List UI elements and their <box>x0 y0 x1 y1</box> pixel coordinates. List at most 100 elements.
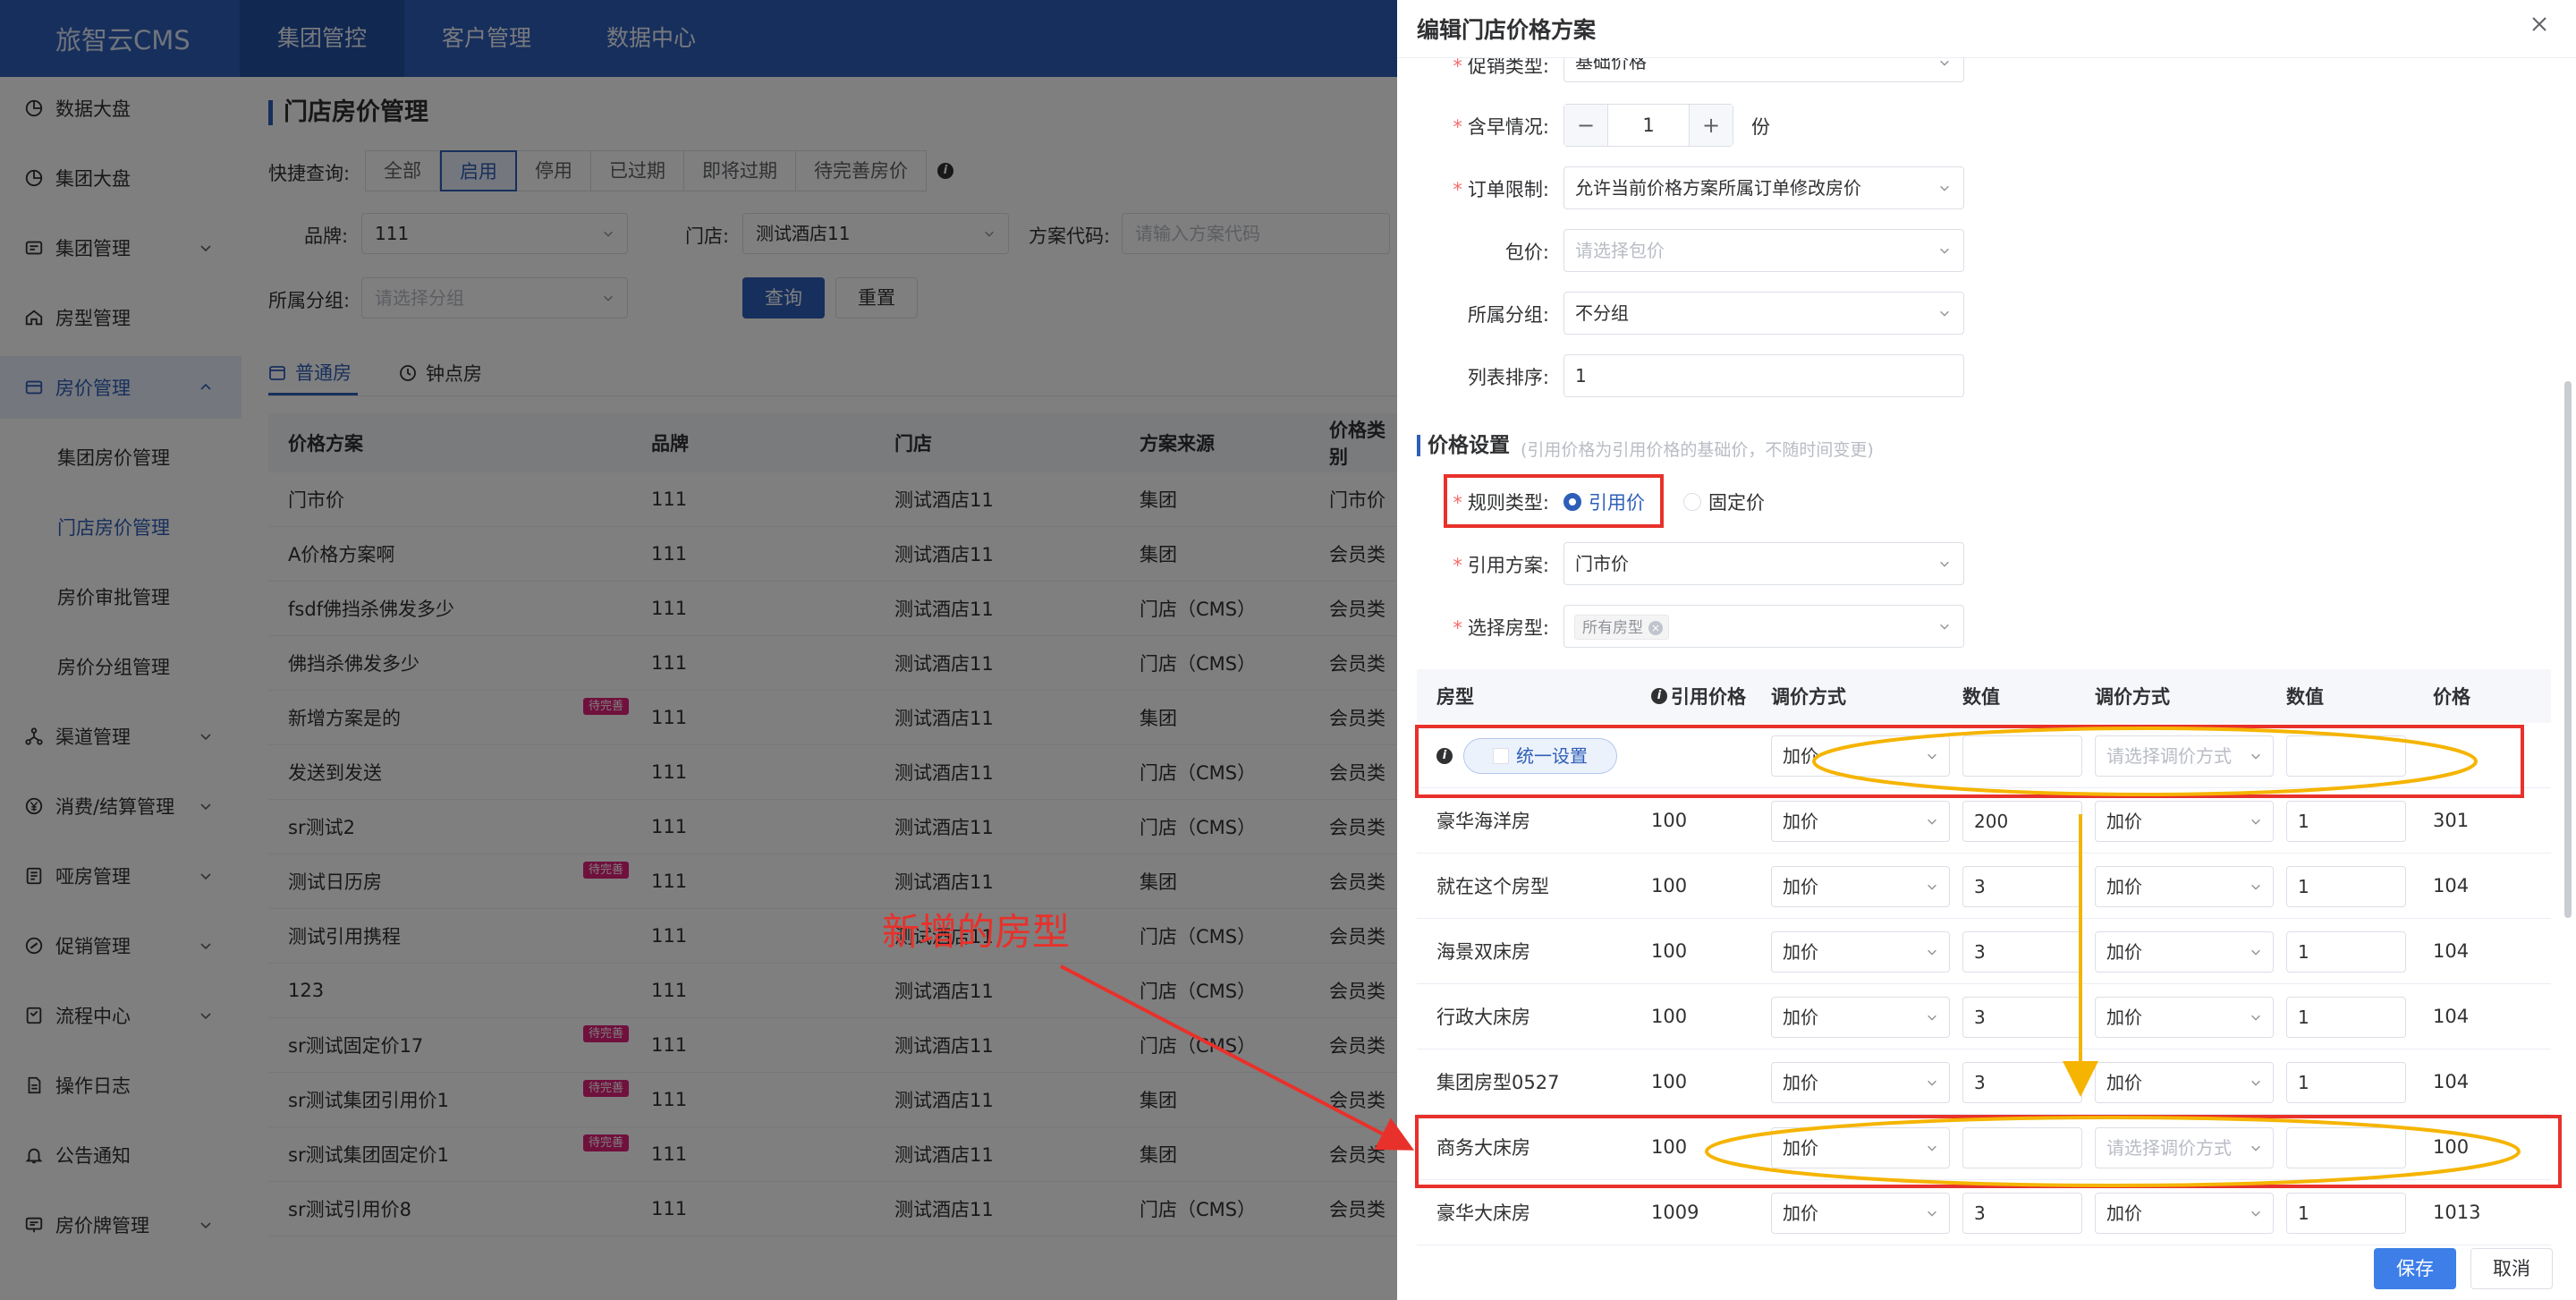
value-1-input[interactable]: 3 <box>1962 1062 2082 1103</box>
adjust-method-2-select[interactable]: 加价 <box>2095 1193 2274 1234</box>
chevron-down-icon <box>2251 884 2260 890</box>
adjust-method-1-select[interactable]: 加价 <box>1771 997 1950 1038</box>
chevron-down-icon <box>1928 949 1936 956</box>
value-2-input[interactable]: 1 <box>2286 931 2406 973</box>
order-limit-label: * 订单限制: <box>1453 179 1549 200</box>
ref-price: 100 <box>1651 875 1688 896</box>
chevron-down-icon <box>2251 1080 2260 1086</box>
header-price: 价格 <box>2433 686 2470 708</box>
chevron-down-icon <box>1928 1015 1936 1021</box>
room-table-header: 房型 i 引用价格 调价方式 数值 调价方式 数值 价格 <box>1417 669 2551 723</box>
order-limit-select[interactable]: 允许当前价格方案所属订单修改房价 <box>1563 166 1964 209</box>
ref-plan-select[interactable]: 门市价 <box>1563 542 1964 585</box>
chevron-down-icon <box>2251 819 2260 825</box>
annotation-label: 新增的房型 <box>882 910 1071 954</box>
value-1-input[interactable]: 3 <box>1962 1193 2082 1234</box>
edit-price-plan-drawer: 编辑门店价格方案 *促销类型: 基础价格 编辑门店价格方案 *含早情况: − 1… <box>1397 0 2576 1300</box>
room-row: 海景双床房 100 加价 3 加价 1 104 <box>1417 919 2551 984</box>
chevron-down-icon <box>1940 310 1949 317</box>
ref-price: 100 <box>1651 940 1688 962</box>
room-row: 商务大床房 100 加价 请选择调价方式 100 <box>1417 1115 2551 1180</box>
plus-icon[interactable]: + <box>1690 105 1733 146</box>
unified-value-2-input[interactable] <box>2286 735 2406 777</box>
final-price: 301 <box>2433 810 2470 831</box>
adjust-method-2-select[interactable]: 加价 <box>2095 997 2274 1038</box>
save-button[interactable]: 保存 <box>2374 1248 2456 1289</box>
unified-value-1-input[interactable] <box>1962 735 2082 777</box>
minus-icon[interactable]: − <box>1564 105 1607 146</box>
adjust-method-1-select[interactable]: 加价 <box>1771 931 1950 973</box>
value-2-input[interactable]: 1 <box>2286 801 2406 842</box>
value-1-input[interactable] <box>1962 1127 2082 1168</box>
drawer-mask[interactable] <box>0 0 1397 1300</box>
final-price: 104 <box>2433 1071 2470 1092</box>
chevron-down-icon <box>1928 753 1936 760</box>
unified-setting-row: i 统一设置 加价 请选择调价方式 <box>1417 723 2551 788</box>
package-select[interactable]: 请选择包价 <box>1563 229 1964 272</box>
chevron-down-icon <box>2251 1211 2260 1217</box>
adjust-method-2-select[interactable]: 加价 <box>2095 866 2274 907</box>
chevron-down-icon <box>1928 1080 1936 1086</box>
final-price: 104 <box>2433 940 2470 962</box>
ref-price: 100 <box>1651 1006 1688 1027</box>
drawer-group-select[interactable]: 不分组 <box>1563 292 1964 335</box>
adjust-method-1-select[interactable]: 加价 <box>1771 866 1950 907</box>
drawer-scrollbar[interactable] <box>2562 59 2574 1240</box>
room-row: 豪华大床房 1009 加价 3 加价 1 1013 <box>1417 1180 2551 1245</box>
chevron-down-icon <box>1940 624 1949 630</box>
rule-type-label: * 规则类型: <box>1453 492 1549 514</box>
room-name: 商务大床房 <box>1436 1137 1530 1159</box>
value-2-input[interactable]: 1 <box>2286 866 2406 907</box>
ref-price: 100 <box>1651 810 1688 831</box>
adjust-method-1-select[interactable]: 加价 <box>1771 1193 1950 1234</box>
room-price-table: 房型 i 引用价格 调价方式 数值 调价方式 数值 价格 i 统一设置 加价 请选… <box>1417 669 2551 1245</box>
adjust-method-1-select[interactable]: 加价 <box>1771 1062 1950 1103</box>
value-1-input[interactable]: 200 <box>1962 801 2082 842</box>
price-settings-note: (引用价格为引用价格的基础价，不随时间变更) <box>1521 440 1874 460</box>
adjust-method-2-select[interactable]: 加价 <box>2095 801 2274 842</box>
info-icon[interactable]: i <box>1436 748 1453 764</box>
room-name: 海景双床房 <box>1436 941 1530 963</box>
room-row: 豪华海洋房 100 加价 200 加价 1 301 <box>1417 788 2551 854</box>
unified-method-2-select[interactable]: 请选择调价方式 <box>2095 735 2274 777</box>
scrollbar-thumb[interactable] <box>2564 381 2572 918</box>
value-1-input[interactable]: 3 <box>1962 866 2082 907</box>
value-2-input[interactable] <box>2286 1127 2406 1168</box>
room-row: 就在这个房型 100 加价 3 加价 1 104 <box>1417 854 2551 919</box>
room-type-label: * 选择房型: <box>1453 617 1549 639</box>
header-ref-price: i 引用价格 <box>1651 669 1746 723</box>
price-settings-title: 价格设置 <box>1417 435 1510 456</box>
package-label: 包价: <box>1504 242 1549 263</box>
sort-label: 列表排序: <box>1467 367 1549 388</box>
value-1-input[interactable]: 3 <box>1962 931 2082 973</box>
sort-input[interactable]: 1 <box>1563 354 1964 397</box>
value-1-input[interactable]: 3 <box>1962 997 2082 1038</box>
value-2-input[interactable]: 1 <box>2286 997 2406 1038</box>
adjust-method-1-select[interactable]: 加价 <box>1771 801 1950 842</box>
drawer-header-line <box>1397 57 2576 58</box>
radio-reference-price[interactable]: 引用价 <box>1563 489 1645 515</box>
chevron-down-icon <box>1940 248 1949 254</box>
cancel-button[interactable]: 取消 <box>2470 1248 2553 1289</box>
adjust-method-1-select[interactable]: 加价 <box>1771 1127 1950 1168</box>
adjust-method-2-select[interactable]: 请选择调价方式 <box>2095 1127 2274 1168</box>
breakfast-stepper[interactable]: − 1 + <box>1563 104 1733 147</box>
unified-setting-button[interactable]: 统一设置 <box>1463 738 1617 774</box>
checkbox[interactable] <box>1493 748 1509 764</box>
final-price: 100 <box>2433 1136 2470 1158</box>
value-2-input[interactable]: 1 <box>2286 1193 2406 1234</box>
room-type-tag[interactable]: 所有房型 × <box>1574 615 1669 640</box>
breakfast-unit: 份 <box>1751 116 1770 138</box>
adjust-method-2-select[interactable]: 加价 <box>2095 931 2274 973</box>
value-2-input[interactable]: 1 <box>2286 1062 2406 1103</box>
radio-fixed-price[interactable]: 固定价 <box>1683 489 1765 515</box>
header-adjust-method-2: 调价方式 <box>2095 686 2170 708</box>
ref-price: 100 <box>1651 1071 1688 1092</box>
close-icon[interactable] <box>2528 13 2551 36</box>
room-row: 集团房型0527 100 加价 3 加价 1 104 <box>1417 1049 2551 1115</box>
room-name: 行政大床房 <box>1436 1007 1530 1028</box>
close-icon[interactable]: × <box>1648 621 1663 635</box>
unified-method-1-select[interactable]: 加价 <box>1771 735 1950 777</box>
adjust-method-2-select[interactable]: 加价 <box>2095 1062 2274 1103</box>
chevron-down-icon <box>1928 884 1936 890</box>
